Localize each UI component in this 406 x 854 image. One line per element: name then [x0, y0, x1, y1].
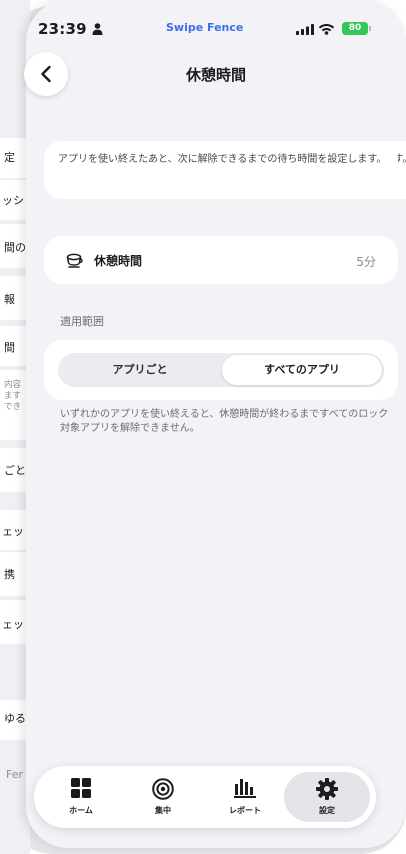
back-button[interactable] — [24, 52, 68, 96]
scope-segmented-card: アプリごと すべてのアプリ — [44, 340, 398, 400]
status-app-name: Swipe Fence — [166, 21, 244, 34]
bar-chart-icon — [234, 779, 256, 798]
scope-option-per-app[interactable]: アプリごと — [60, 355, 220, 385]
bg-text: Fer — [6, 768, 24, 781]
bg-text: 報 — [4, 293, 15, 306]
status-bar: 23:39 Swipe Fence 80 — [38, 20, 378, 40]
rest-time-label: 休憩時間 — [94, 254, 143, 268]
gear-icon — [316, 778, 338, 800]
description-card: アプリを使い終えたあと、次に解除できるまでの待ち時間を設定します。 — [44, 141, 398, 199]
rest-time-row[interactable]: 休憩時間 5分 — [44, 236, 398, 284]
bg-text: ェッ — [2, 525, 24, 538]
coffee-cup-icon — [66, 253, 83, 268]
home-grid-icon — [71, 778, 91, 798]
tab-bar: ホーム 集中 レポート 設定 — [34, 766, 376, 828]
bg-text: 定 — [4, 151, 15, 164]
wifi-icon — [318, 24, 335, 35]
person-icon — [92, 23, 103, 35]
bg-text: 間の — [4, 241, 26, 254]
tab-focus[interactable]: 集中 — [120, 772, 206, 822]
page-title: 休憩時間 — [185, 66, 246, 84]
bg-text: ゆる — [4, 712, 26, 725]
status-time: 23:39 — [38, 20, 87, 38]
tab-home[interactable]: ホーム — [38, 772, 124, 822]
scope-segmented-control: アプリごと すべてのアプリ — [58, 353, 384, 387]
bg-text: 携 — [4, 568, 15, 581]
target-icon — [152, 778, 174, 800]
bg-text: ェッ — [2, 618, 24, 631]
rest-time-value: 5分 — [356, 255, 376, 269]
bg-text: ます — [4, 391, 22, 401]
signal-icon — [296, 24, 314, 35]
phone-frame: 定 ッシ 間の 報 間 内容 ます でき ごと ェッ 携 ェッ ゆる Fer 2… — [0, 0, 406, 854]
tab-settings-label: 設定 — [319, 806, 335, 815]
chevron-left-icon — [41, 65, 51, 83]
battery-indicator: 80 — [342, 22, 368, 35]
scope-note: いずれかのアプリを使い終えると、休憩時間が終わるまですべてのロック対象アプリを解… — [60, 409, 389, 434]
bg-text: ごと — [4, 464, 26, 477]
bg-text: でき — [4, 402, 22, 412]
bg-text: 内容 — [4, 380, 22, 390]
battery-tip — [369, 26, 371, 31]
scope-option-all-apps[interactable]: すべてのアプリ — [222, 355, 382, 385]
bg-text: 間 — [4, 341, 15, 354]
tab-report[interactable]: レポート — [202, 772, 288, 822]
tab-home-label: ホーム — [69, 806, 93, 815]
tab-focus-label: 集中 — [155, 806, 171, 815]
tab-report-label: レポート — [229, 806, 261, 815]
bg-text: ッシ — [2, 194, 24, 207]
tab-settings[interactable]: 設定 — [284, 772, 370, 822]
description-text: アプリを使い終えたあと、次に解除できるまでの待ち時間を設定します。 — [58, 154, 387, 165]
scope-section-label: 適用範囲 — [60, 315, 104, 328]
